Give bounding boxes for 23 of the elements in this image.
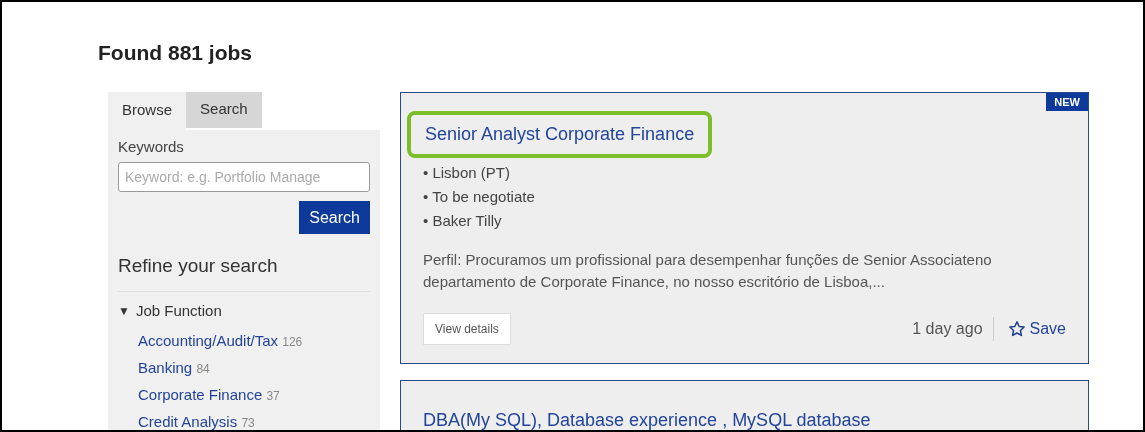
filter-group-toggle[interactable]: ▼ Job Function [118, 299, 222, 322]
job-title-link[interactable]: DBA(My SQL), Database experience , MySQL database [423, 409, 871, 430]
star-icon [1007, 319, 1026, 338]
filter-link[interactable]: Accounting/Audit/Tax 126 [138, 332, 370, 351]
new-badge: NEW [1046, 92, 1088, 111]
job-detail: • Baker Tilly [423, 210, 503, 231]
tab[interactable]: Search [186, 91, 262, 128]
filter-link[interactable]: Credit Analysis 73 [138, 413, 370, 430]
posted-time: 1 day ago [912, 316, 994, 341]
job-detail: • To be negotiate [423, 186, 536, 207]
job-summary: Perfil: Procuramos um profissional para desempenhar funções de Senior Associateno departamento de Corporate Finance, no nosso escritório de Lisboa,... [423, 249, 993, 292]
keyword-field[interactable]: Keyword: e.g. Portfolio Manage [118, 162, 370, 192]
tab[interactable]: Browse [108, 91, 187, 130]
job-title-link[interactable]: Senior Analyst Corporate Finance [425, 123, 695, 144]
filter-link[interactable]: Corporate Finance 37 [138, 386, 370, 405]
search-button[interactable]: Search [299, 201, 370, 234]
section-title: Refine your search [118, 252, 370, 292]
page-heading: Found 881 jobs [98, 40, 253, 66]
filter-link[interactable]: Banking 84 [138, 359, 370, 378]
view-details-button[interactable]: View details [423, 312, 511, 345]
save-button[interactable]: Save [1007, 316, 1066, 341]
job-detail: • Lisbon (PT) [423, 162, 511, 183]
field-label: Keywords [118, 136, 185, 157]
